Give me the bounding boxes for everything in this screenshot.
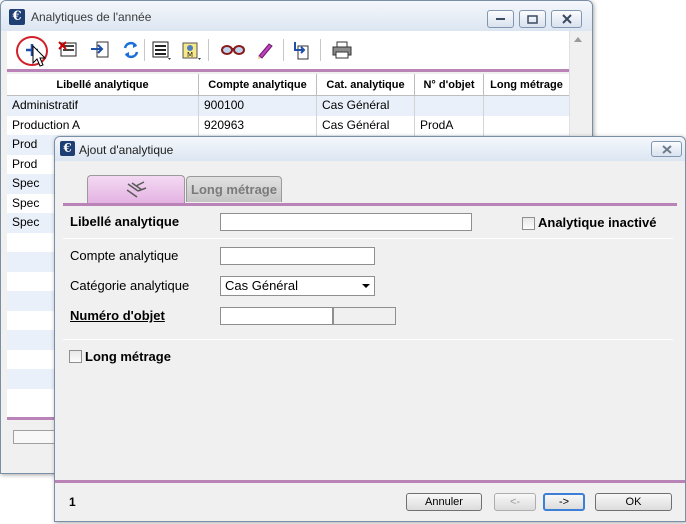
close-icon [661,144,672,154]
pencil-icon [258,43,273,59]
categorie-selected-value: Cas Général [225,278,298,293]
merge-icon: M [182,42,201,60]
printer-icon [332,41,352,59]
accent-divider [55,480,685,483]
next-button[interactable]: -> [543,493,585,511]
dialog-title: Ajout d'analytique [79,143,174,157]
delete-card-button[interactable] [57,39,79,61]
table-cell [484,96,569,116]
print-list-button[interactable] [150,39,172,61]
svg-text:M: M [187,51,193,59]
libelle-label: Libellé analytique [70,214,180,229]
categorie-select[interactable]: Cas Général [220,276,375,296]
refresh-button[interactable] [120,39,142,61]
table-row[interactable]: Administratif 900100 Cas Général [7,96,569,116]
toolbar-separator [208,39,209,61]
column-header[interactable]: N° d'objet [415,74,484,96]
close-icon [561,14,572,24]
print-button[interactable] [331,39,353,61]
close-button[interactable] [551,10,582,28]
previous-button[interactable]: <- [494,493,536,511]
table-cell: Cas Général [317,115,415,135]
minimize-button[interactable] [487,10,514,28]
long-metrage-label: Long métrage [85,349,171,364]
minimize-icon [495,18,505,20]
cancel-button[interactable]: Annuler [406,493,482,511]
print-list-icon [152,41,171,60]
clapperboard-icon [126,181,147,198]
import-icon [91,41,109,58]
table-cell: 920963 [199,115,317,135]
glasses-icon [221,45,245,55]
libelle-input[interactable] [220,213,472,231]
table-cell [415,96,484,116]
compte-input[interactable] [220,247,375,265]
table-cell: Cas Général [317,96,415,116]
app-euro-icon: € [9,9,25,25]
long-metrage-checkbox[interactable] [69,350,82,363]
tab-long-metrage[interactable]: Long métrage [186,176,282,202]
form-divider [63,238,673,239]
table-cell: Production A [7,115,199,135]
dialog-close-button[interactable] [651,141,682,157]
accent-divider [63,203,677,206]
edit-button[interactable] [254,39,276,61]
inactive-checkbox[interactable] [522,217,535,230]
merge-button[interactable]: M [180,39,202,61]
accent-divider [7,69,569,72]
form-divider [63,339,673,340]
toolbar-separator [144,39,145,61]
table-header: Libellé analytique Compte analytique Cat… [7,74,569,96]
app-euro-icon: € [60,141,75,156]
maximize-button[interactable] [519,10,546,28]
record-number: 1 [69,495,76,509]
main-title-bar[interactable]: € Analytiques de l'année [1,1,592,31]
add-analytic-dialog: € Ajout d'analytique Long métrage Libell… [54,136,686,522]
export-button[interactable] [290,39,312,61]
maximize-icon [527,14,538,24]
tab-general[interactable] [87,175,185,203]
table-cell: ProdA [415,115,484,135]
categorie-label: Catégorie analytique [70,278,190,293]
column-header[interactable]: Compte analytique [199,74,317,96]
column-header[interactable]: Libellé analytique [7,74,199,96]
ok-button[interactable]: OK [595,493,672,511]
numero-label[interactable]: Numéro d'objet [70,308,165,323]
window-title: Analytiques de l'année [31,10,152,24]
refresh-icon [123,41,139,59]
view-button[interactable] [220,39,246,61]
table-cell: Administratif [7,96,199,116]
column-header[interactable]: Cat. analytique [317,74,415,96]
table-cell [484,116,569,136]
toolbar-separator [283,39,284,61]
table-row[interactable]: Production A 920963 Cas Général ProdA [7,115,569,136]
tab-label: Long métrage [191,182,277,197]
toolbar: M [7,31,569,69]
import-button[interactable] [89,39,111,61]
inactive-label: Analytique inactivé [538,215,657,230]
chevron-down-icon [362,284,370,288]
numero-lookup-field[interactable] [333,307,396,325]
table-cell: 900100 [199,96,317,116]
compte-label: Compte analytique [70,248,179,263]
numero-input[interactable] [220,307,333,325]
delete-card-icon [58,41,77,57]
dialog-title-bar[interactable]: € Ajout d'analytique [55,137,685,161]
mouse-pointer-icon [32,45,47,67]
column-header[interactable]: Long métrage [484,74,569,96]
toolbar-separator [320,39,321,61]
scroll-up-icon[interactable] [574,37,582,42]
export-icon [294,42,309,60]
